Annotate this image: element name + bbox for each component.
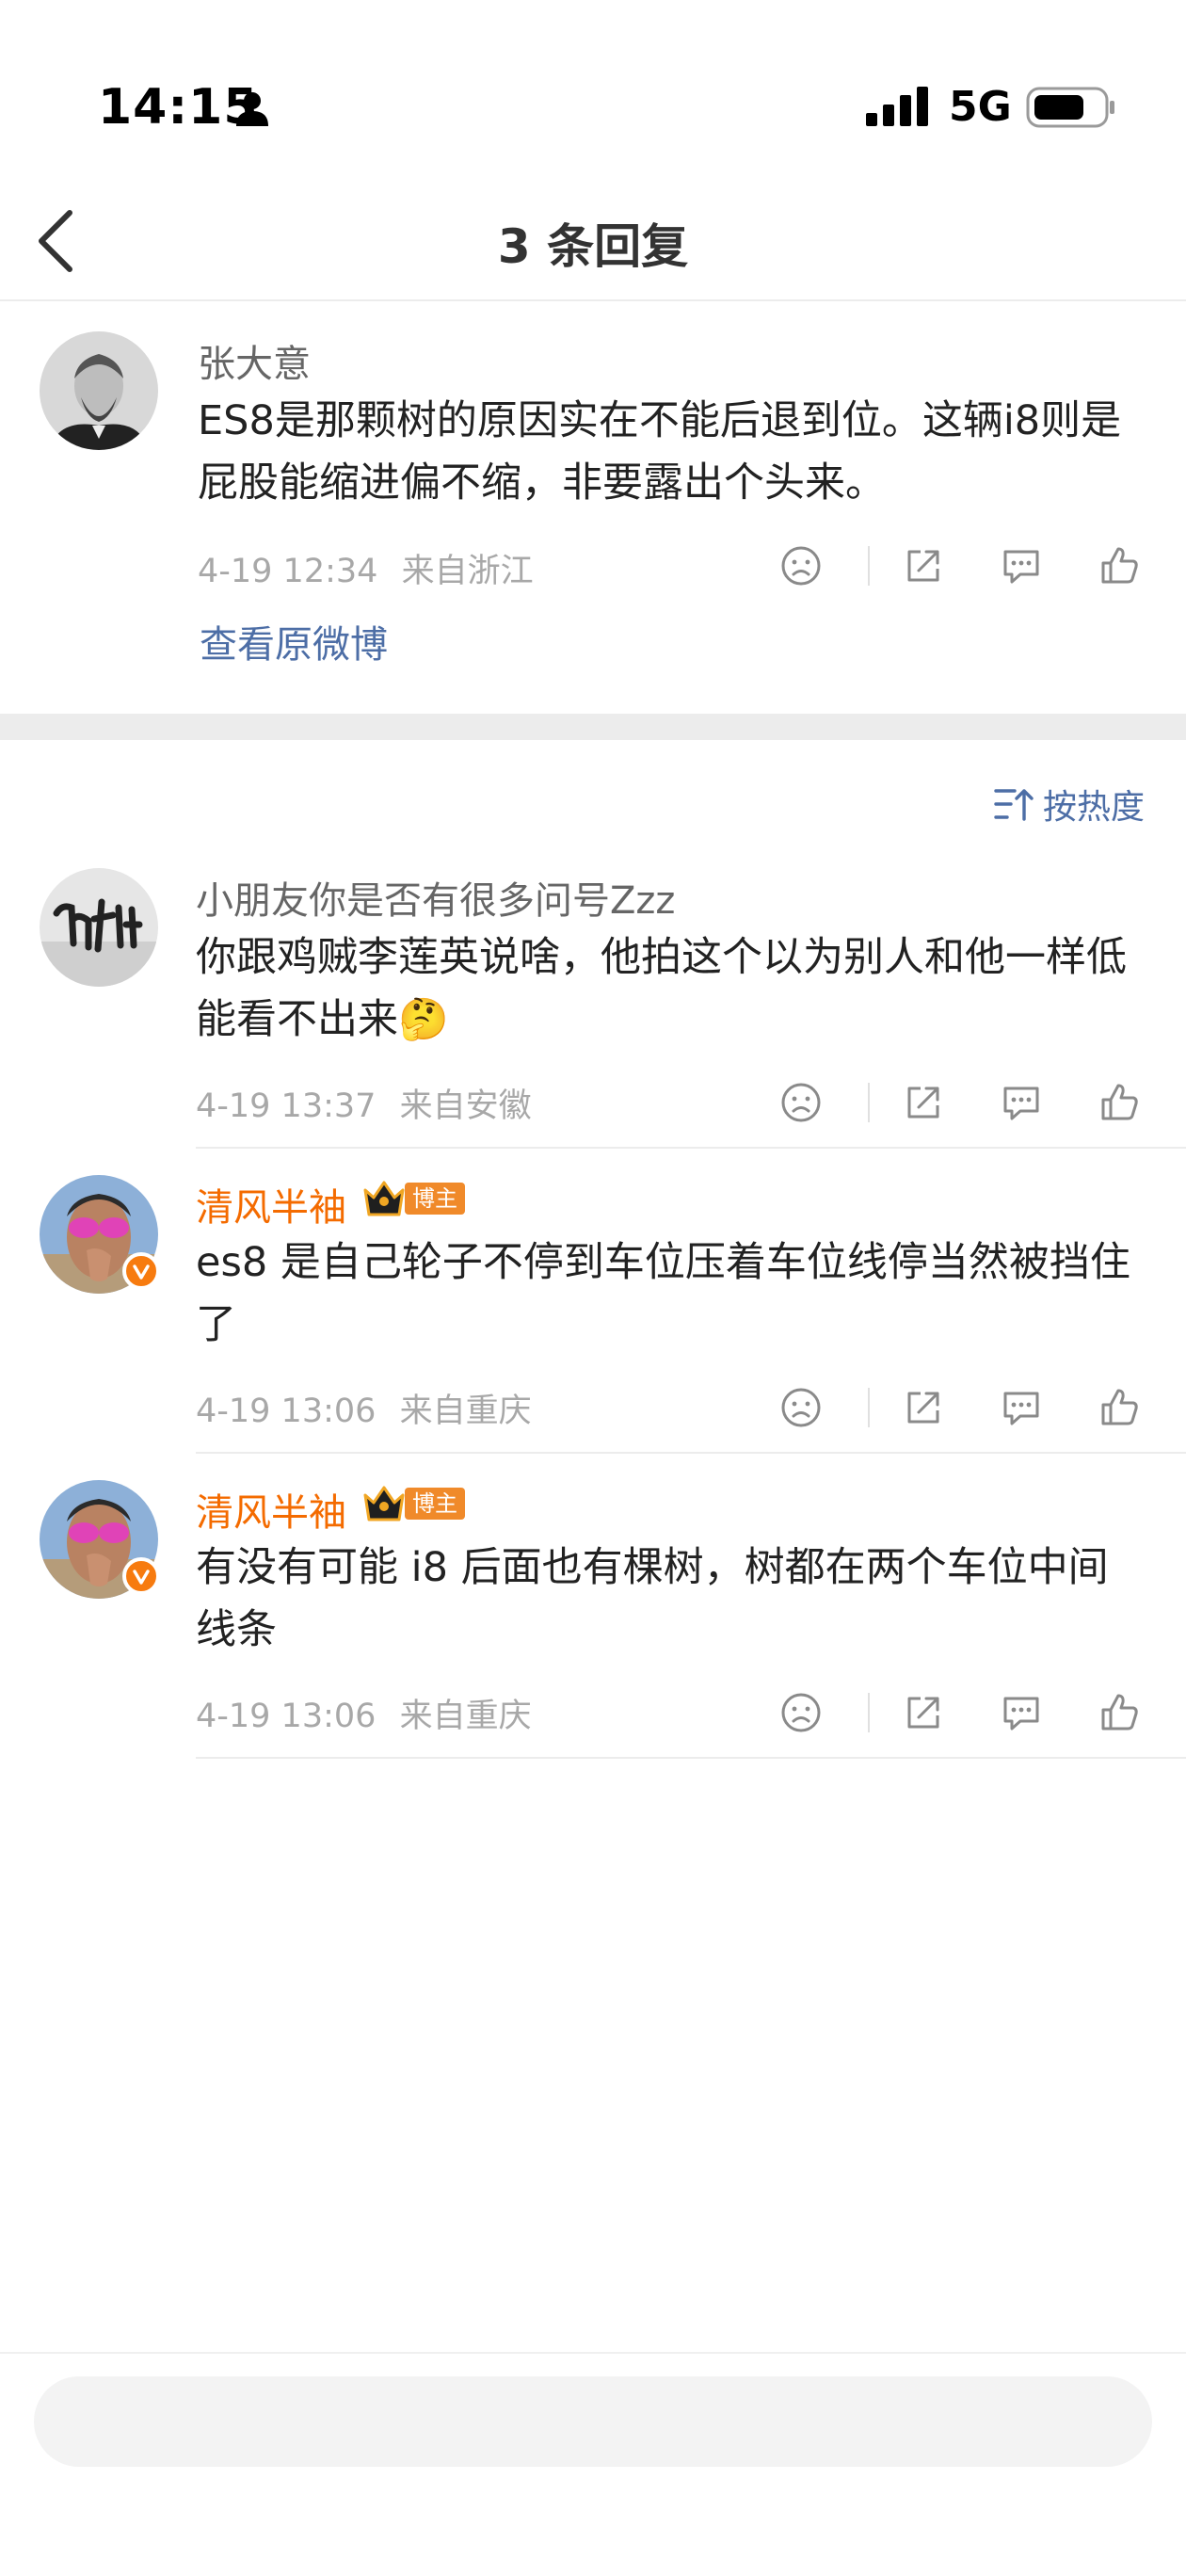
status-bar: 14:15 5G <box>0 0 1186 160</box>
avatar[interactable] <box>40 868 158 987</box>
comment-actions <box>779 537 1175 593</box>
share-icon[interactable] <box>902 1691 945 1734</box>
reply-actions <box>779 1683 1175 1740</box>
crown-icon <box>363 1181 405 1216</box>
comment-location: 来自浙江 <box>401 553 534 590</box>
share-icon[interactable] <box>902 1081 945 1124</box>
section-divider <box>0 714 1186 740</box>
dislike-icon[interactable] <box>779 544 823 588</box>
avatar[interactable] <box>40 331 158 450</box>
signal-icon <box>866 87 928 126</box>
thinking-emoji: 🤔 <box>398 996 449 1043</box>
reply-author[interactable]: 清风半袖 <box>196 1482 346 1537</box>
reply-item: 清风半袖 博主 有没有可能 i8 后面也有棵树，树都在两个车位中间线条 4-19… <box>0 1454 1186 1759</box>
action-divider <box>868 1083 870 1122</box>
reply-author[interactable]: 小朋友你是否有很多问号Zzz <box>196 870 675 925</box>
reply-location: 来自重庆 <box>399 1393 532 1430</box>
reply-actions <box>779 1378 1175 1435</box>
reply-meta: 4-19 13:37 来自安徽 <box>196 1079 532 1127</box>
comment-time: 4-19 12:34 <box>198 553 378 590</box>
comment-icon[interactable] <box>1000 544 1043 588</box>
reply-time: 4-19 13:37 <box>196 1087 377 1125</box>
reply-item: 小朋友你是否有很多问号Zzz 你跟鸡贼李莲英说啥，他拍这个以为别人和他一样低能看… <box>0 847 1186 1149</box>
dislike-icon[interactable] <box>779 1386 823 1429</box>
dislike-icon[interactable] <box>779 1691 823 1734</box>
verified-icon <box>122 1557 160 1595</box>
sort-icon <box>994 789 1034 821</box>
reply-location: 来自安徽 <box>399 1087 532 1125</box>
blogger-badge: 博主 <box>361 1177 467 1218</box>
action-divider <box>868 1693 870 1732</box>
page-title: 3 条回复 <box>497 219 689 274</box>
blogger-badge-label: 博主 <box>405 1488 465 1520</box>
view-original-link[interactable]: 查看原微博 <box>200 614 388 668</box>
share-icon[interactable] <box>902 544 945 588</box>
comment-icon[interactable] <box>1000 1081 1043 1124</box>
comment-icon[interactable] <box>1000 1691 1043 1734</box>
row-divider <box>196 1757 1186 1759</box>
reply-meta: 4-19 13:06 来自重庆 <box>196 1384 532 1432</box>
comment-meta: 4-19 12:34 来自浙江 <box>198 544 534 592</box>
comment-text: ES8是那颗树的原因实在不能后退到位。这辆i8则是屁股能缩进偏不缩，非要露出个头… <box>198 397 1122 507</box>
like-icon[interactable] <box>1098 1386 1141 1429</box>
comment-author[interactable]: 张大意 <box>198 333 311 388</box>
verified-icon <box>122 1252 160 1290</box>
crown-icon <box>363 1486 405 1521</box>
comment-icon[interactable] <box>1000 1386 1043 1429</box>
share-icon[interactable] <box>902 1386 945 1429</box>
blogger-badge-label: 博主 <box>405 1183 465 1215</box>
reply-time: 4-19 13:06 <box>196 1698 377 1735</box>
like-icon[interactable] <box>1098 544 1141 588</box>
reply-time: 4-19 13:06 <box>196 1393 377 1430</box>
battery-icon <box>1026 87 1114 128</box>
action-divider <box>868 546 870 586</box>
sort-label: 按热度 <box>1043 788 1146 827</box>
reply-actions <box>779 1073 1175 1130</box>
person-icon <box>236 92 268 126</box>
reply-item: 清风半袖 博主 es8 是自己轮子不停到车位压着车位线停当然被挡住了 4-19 … <box>0 1149 1186 1454</box>
reply-meta: 4-19 13:06 来自重庆 <box>196 1689 532 1737</box>
bottom-bar <box>0 2352 1186 2576</box>
reply-text: 有没有可能 i8 后面也有棵树，树都在两个车位中间线条 <box>196 1544 1109 1653</box>
dislike-icon[interactable] <box>779 1081 823 1124</box>
reply-input[interactable] <box>34 2376 1152 2467</box>
root-comment: 张大意 ES8是那颗树的原因实在不能后退到位。这辆i8则是屁股能缩进偏不缩，非要… <box>0 303 1186 714</box>
like-icon[interactable] <box>1098 1081 1141 1124</box>
action-divider <box>868 1388 870 1427</box>
blogger-badge: 博主 <box>361 1482 467 1523</box>
reply-text: 你跟鸡贼李莲英说啥，他拍这个以为别人和他一样低能看不出来🤔 <box>196 934 1127 1043</box>
reply-text: es8 是自己轮子不停到车位压着车位线停当然被挡住了 <box>196 1239 1130 1348</box>
page: 14:15 5G 3 条回复 张大意 ES8是那颗树的原因实在不能后退到位。这辆… <box>0 0 1186 2576</box>
reply-author[interactable]: 清风半袖 <box>196 1177 346 1232</box>
reply-location: 来自重庆 <box>399 1698 532 1735</box>
network-label: 5G <box>949 83 1012 131</box>
nav-bar: 3 条回复 <box>0 179 1186 301</box>
like-icon[interactable] <box>1098 1691 1141 1734</box>
